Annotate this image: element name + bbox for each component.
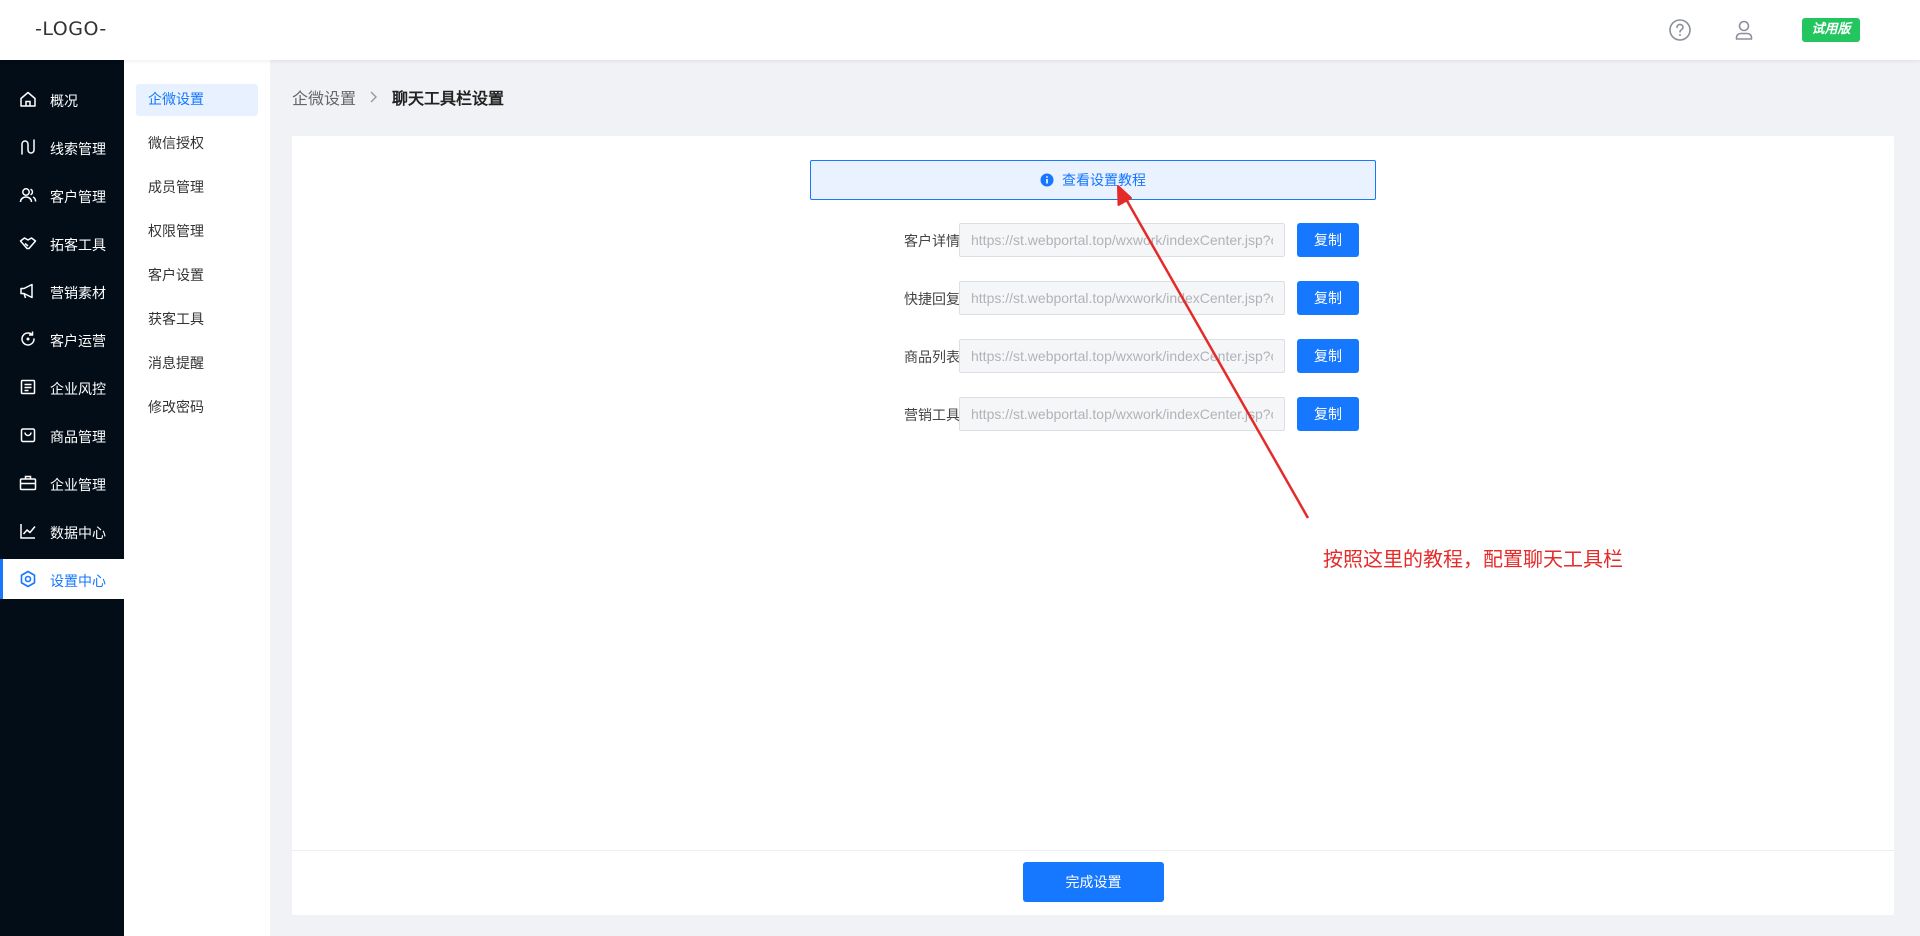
card-footer: 完成设置 bbox=[292, 850, 1894, 915]
megaphone-icon bbox=[20, 283, 33, 299]
chevron-right-icon bbox=[370, 91, 378, 103]
copy-button[interactable]: 复制 bbox=[1297, 223, 1359, 257]
sidebar-item-label: 设置中心 bbox=[50, 574, 106, 590]
subnav-item-wecom-settings[interactable]: 企微设置 bbox=[136, 84, 258, 116]
subnav-item-change-password[interactable]: 修改密码 bbox=[136, 392, 258, 424]
sidebar-item-label: 客户运营 bbox=[50, 334, 106, 350]
annotation-text: 按照这里的教程，配置聊天工具栏 bbox=[1323, 547, 1623, 571]
field-label: 营销工具 bbox=[904, 408, 960, 424]
settings-card: 查看设置教程 客户详情 复制 快捷回复 复制 商品列表 复制 营销工具 复制 完… bbox=[292, 136, 1894, 915]
sidebar-item-product-management[interactable]: 商品管理 bbox=[0, 415, 124, 455]
refresh-icon bbox=[21, 331, 35, 346]
breadcrumb-parent[interactable]: 企微设置 bbox=[292, 85, 356, 109]
user-icon[interactable] bbox=[1731, 17, 1757, 43]
handshake-icon bbox=[19, 237, 37, 250]
info-icon bbox=[1040, 173, 1054, 187]
sidebar-item-acquisition-tools[interactable]: 拓客工具 bbox=[0, 223, 124, 263]
shopping-bag-icon bbox=[20, 428, 36, 443]
sidebar-item-risk-control[interactable]: 企业风控 bbox=[0, 367, 124, 407]
sidebar-item-label: 企业风控 bbox=[50, 382, 106, 398]
help-circle-icon[interactable] bbox=[1667, 17, 1693, 43]
settings-icon bbox=[20, 570, 36, 588]
chart-line-icon bbox=[20, 524, 36, 539]
sidebar-item-customers[interactable]: 客户管理 bbox=[0, 175, 124, 215]
subnav-item-wechat-auth[interactable]: 微信授权 bbox=[136, 128, 258, 160]
trial-badge[interactable]: 试用版 bbox=[1802, 18, 1860, 42]
url-field[interactable] bbox=[959, 339, 1285, 373]
sidebar-item-label: 线索管理 bbox=[50, 142, 106, 158]
subnav-item-permission-management[interactable]: 权限管理 bbox=[136, 216, 258, 248]
users-icon bbox=[19, 188, 37, 203]
copy-button[interactable]: 复制 bbox=[1297, 339, 1359, 373]
sidebar-item-label: 营销素材 bbox=[50, 286, 106, 302]
tutorial-link-text: 查看设置教程 bbox=[1062, 173, 1146, 189]
url-field[interactable] bbox=[959, 397, 1285, 431]
sidebar-item-label: 商品管理 bbox=[50, 430, 106, 446]
copy-button[interactable]: 复制 bbox=[1297, 397, 1359, 431]
sidebar-item-label: 客户管理 bbox=[50, 190, 106, 206]
sidebar-item-label: 概况 bbox=[50, 94, 78, 110]
subnav-item-acquisition-tools[interactable]: 获客工具 bbox=[136, 304, 258, 336]
primary-sidebar: 概况 线索管理 客户管理 拓客工具 营销素材 客户运营 企业风控 商品管理 企业… bbox=[0, 60, 124, 936]
url-row-quick-reply: 快捷回复 复制 bbox=[292, 281, 1894, 315]
sidebar-item-label: 企业管理 bbox=[50, 478, 106, 494]
subnav-item-customer-settings[interactable]: 客户设置 bbox=[136, 260, 258, 292]
settings-subnav: 企微设置 微信授权 成员管理 权限管理 客户设置 获客工具 消息提醒 修改密码 bbox=[124, 60, 270, 936]
sidebar-item-data-center[interactable]: 数据中心 bbox=[0, 511, 124, 551]
field-label: 商品列表 bbox=[904, 350, 960, 366]
field-label: 客户详情 bbox=[904, 234, 960, 250]
logo: -LOGO- bbox=[35, 18, 107, 40]
sidebar-item-label: 数据中心 bbox=[50, 526, 106, 542]
url-row-product-list: 商品列表 复制 bbox=[292, 339, 1894, 373]
sidebar-item-leads[interactable]: 线索管理 bbox=[0, 127, 124, 167]
url-field[interactable] bbox=[959, 281, 1285, 315]
sidebar-item-marketing-materials[interactable]: 营销素材 bbox=[0, 271, 124, 311]
breadcrumb: 企微设置 聊天工具栏设置 bbox=[292, 85, 504, 109]
briefcase-icon bbox=[19, 475, 37, 491]
url-row-customer-details: 客户详情 复制 bbox=[292, 223, 1894, 257]
subnav-item-message-reminders[interactable]: 消息提醒 bbox=[136, 348, 258, 380]
sidebar-item-customer-operations[interactable]: 客户运营 bbox=[0, 319, 124, 359]
home-icon bbox=[20, 91, 36, 107]
sidebar-item-settings-center[interactable]: 设置中心 bbox=[0, 559, 124, 599]
page-title: 聊天工具栏设置 bbox=[392, 89, 505, 108]
url-field[interactable] bbox=[959, 223, 1285, 257]
copy-button[interactable]: 复制 bbox=[1297, 281, 1359, 315]
finish-settings-button[interactable]: 完成设置 bbox=[1023, 862, 1164, 902]
url-row-marketing-tools: 营销工具 复制 bbox=[292, 397, 1894, 431]
sidebar-item-overview[interactable]: 概况 bbox=[0, 79, 124, 119]
subnav-item-member-management[interactable]: 成员管理 bbox=[136, 172, 258, 204]
sidebar-item-enterprise-management[interactable]: 企业管理 bbox=[0, 463, 124, 503]
sidebar-item-label: 拓客工具 bbox=[50, 238, 106, 254]
field-label: 快捷回复 bbox=[904, 292, 960, 308]
route-icon bbox=[21, 139, 35, 155]
view-tutorial-link[interactable]: 查看设置教程 bbox=[810, 160, 1376, 200]
top-header: -LOGO- 试用版 bbox=[0, 0, 1920, 60]
document-icon bbox=[20, 379, 36, 395]
